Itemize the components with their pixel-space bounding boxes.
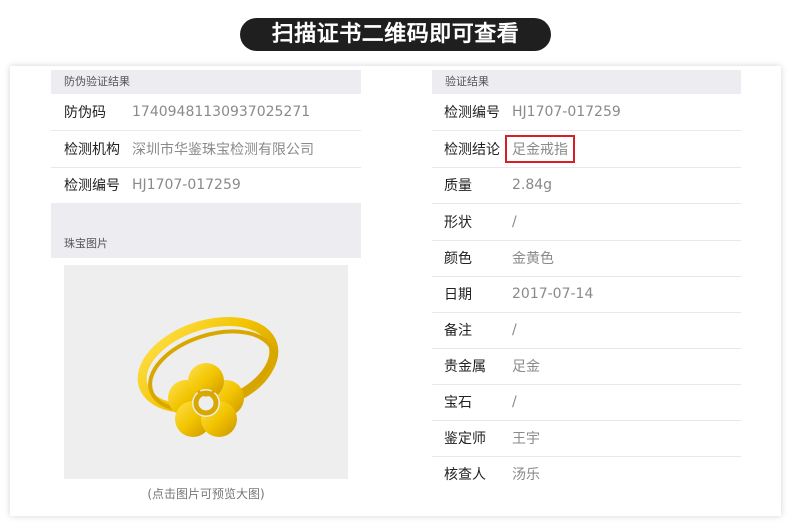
jewelry-photo[interactable] bbox=[64, 265, 348, 479]
row-value[interactable]: / bbox=[512, 214, 517, 230]
row-value[interactable]: 深圳市华鉴珠宝检测有限公司 bbox=[132, 139, 314, 159]
row-value[interactable]: 17409481130937025271 bbox=[132, 104, 310, 120]
row-value[interactable]: 足金 bbox=[512, 356, 540, 376]
right-row-precious-metal: 贵金属 足金 bbox=[432, 348, 741, 385]
right-row-appraiser: 鉴定师 王宇 bbox=[432, 420, 741, 457]
right-row-color: 颜色 金黄色 bbox=[432, 240, 741, 277]
row-label: 检测编号 bbox=[444, 105, 500, 121]
row-value[interactable]: 汤乐 bbox=[512, 464, 540, 484]
row-value[interactable]: HJ1707-017259 bbox=[132, 177, 241, 193]
left-row-test-number: 检测编号 HJ1707-017259 bbox=[51, 167, 361, 203]
row-value[interactable]: 2.84g bbox=[512, 177, 552, 193]
row-value[interactable]: 2017-07-14 bbox=[512, 286, 593, 302]
verification-card: 防伪验证结果 防伪码 17409481130937025271 检测机构 深圳市… bbox=[10, 66, 781, 516]
row-label: 检测编号 bbox=[64, 178, 120, 194]
row-label: 形状 bbox=[444, 215, 472, 231]
row-label: 贵金属 bbox=[444, 359, 486, 375]
row-label: 防伪码 bbox=[64, 105, 106, 121]
left-row-institution: 检测机构 深圳市华鉴珠宝检测有限公司 bbox=[51, 131, 361, 168]
right-row-remarks: 备注 / bbox=[432, 312, 741, 349]
row-value[interactable]: 王宇 bbox=[512, 428, 540, 448]
row-label: 日期 bbox=[444, 287, 472, 303]
left-row-anticounterfeit: 防伪码 17409481130937025271 bbox=[51, 94, 361, 131]
right-row-shape: 形状 / bbox=[432, 204, 741, 241]
photo-caption: (点击图片可预览大图) bbox=[147, 487, 265, 501]
row-label: 宝石 bbox=[444, 395, 472, 411]
left-section-header: 防伪验证结果 bbox=[51, 70, 361, 94]
row-value[interactable]: / bbox=[512, 394, 517, 410]
page-banner: 扫描证书二维码即可查看 bbox=[240, 18, 551, 51]
row-label: 备注 bbox=[444, 323, 472, 339]
right-section-header: 验证结果 bbox=[432, 70, 741, 94]
row-value[interactable]: 金黄色 bbox=[512, 248, 554, 268]
row-value[interactable]: / bbox=[512, 322, 517, 338]
gold-ring-image bbox=[137, 317, 279, 437]
right-row-weight: 质量 2.84g bbox=[432, 167, 741, 204]
right-row-conclusion: 检测结论 足金戒指 bbox=[432, 131, 741, 168]
right-row-gemstone: 宝石 / bbox=[432, 384, 741, 421]
right-row-test-number: 检测编号 HJ1707-017259 bbox=[432, 94, 741, 131]
row-label: 鉴定师 bbox=[444, 431, 486, 447]
photo-section-header: 珠宝图片 bbox=[64, 237, 108, 250]
row-label: 检测机构 bbox=[64, 142, 120, 158]
right-row-checker: 核查人 汤乐 bbox=[432, 456, 741, 492]
row-value[interactable]: HJ1707-017259 bbox=[512, 104, 621, 120]
row-label: 检测结论 bbox=[444, 142, 500, 158]
right-row-date: 日期 2017-07-14 bbox=[432, 276, 741, 313]
conclusion-highlighted-value[interactable]: 足金戒指 bbox=[505, 135, 575, 163]
row-label: 核查人 bbox=[444, 467, 486, 483]
row-label: 颜色 bbox=[444, 251, 472, 267]
row-label: 质量 bbox=[444, 178, 472, 194]
